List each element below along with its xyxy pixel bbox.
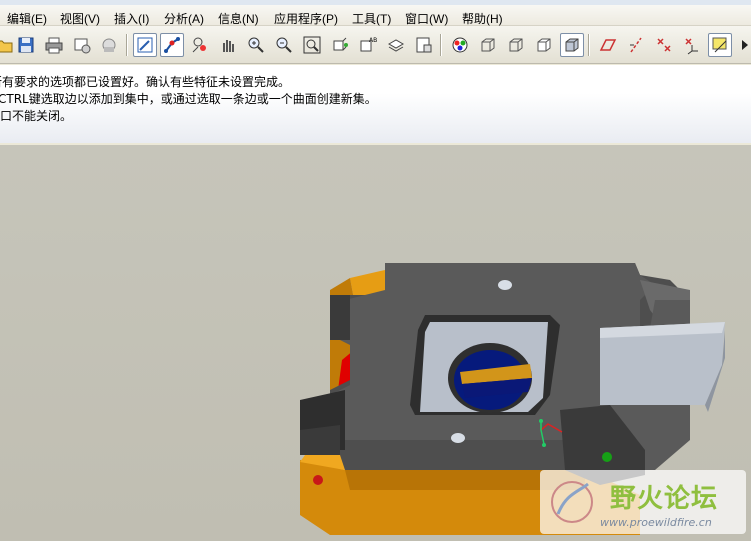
menu-window[interactable]: 窗口(W)	[405, 10, 448, 27]
wireframe-icon[interactable]	[476, 33, 500, 57]
main-toolbar: AB	[0, 26, 751, 64]
appearance-icon[interactable]	[448, 33, 472, 57]
watermark-url: www.proewildfire.cn	[600, 516, 712, 529]
menu-analysis[interactable]: 分析(A)	[164, 10, 204, 27]
menu-tools[interactable]: 工具(T)	[352, 10, 391, 27]
refit-icon[interactable]	[300, 33, 324, 57]
svg-text:AB: AB	[369, 37, 377, 44]
spin-center-icon[interactable]	[160, 33, 184, 57]
no-hidden-icon[interactable]	[532, 33, 556, 57]
toolbar-separator	[440, 34, 442, 56]
watermark-title: 野火论坛	[610, 484, 719, 514]
coordinate-systems-icon[interactable]	[680, 33, 704, 57]
sketch-icon[interactable]	[133, 33, 157, 57]
menu-info[interactable]: 信息(N)	[218, 10, 259, 27]
scroll-right-icon[interactable]	[738, 33, 751, 57]
annotation-display-icon[interactable]	[708, 33, 732, 57]
datum-planes-icon[interactable]	[596, 33, 620, 57]
reorient-icon[interactable]	[328, 33, 352, 57]
toolbar-separator	[126, 34, 128, 56]
message-area: 所有要求的选项都已设置好。确认有些特征未设置完成。 CTRL键选取边以添加到集中…	[0, 65, 751, 143]
datum-icon[interactable]	[188, 33, 212, 57]
zoom-in-icon[interactable]	[244, 33, 268, 57]
menu-edit[interactable]: 编辑(E)	[7, 10, 47, 27]
menu-insert[interactable]: 插入(I)	[114, 10, 149, 27]
send-mail-icon[interactable]	[97, 33, 121, 57]
menu-help[interactable]: 帮助(H)	[462, 10, 503, 27]
toolbar-separator	[588, 34, 590, 56]
save-icon[interactable]	[14, 33, 38, 57]
pan-icon[interactable]	[216, 33, 240, 57]
datum-axes-icon[interactable]	[624, 33, 648, 57]
menu-bar: 编辑(E) 视图(V) 插入(I) 分析(A) 信息(N) 应用程序(P) 工具…	[0, 0, 751, 26]
zoom-out-icon[interactable]	[272, 33, 296, 57]
menu-applications[interactable]: 应用程序(P)	[274, 10, 338, 27]
datum-points-icon[interactable]	[652, 33, 676, 57]
watermark-logo-icon	[551, 481, 593, 523]
title-bar-edge	[0, 0, 751, 5]
message-line-2: CTRL键选取边以添加到集中，或通过选取一条边或一个曲面创建新集。	[0, 92, 377, 106]
hidden-line-icon[interactable]	[504, 33, 528, 57]
print-icon[interactable]	[42, 33, 66, 57]
layers-icon[interactable]	[384, 33, 408, 57]
send-mail-icon[interactable]	[70, 33, 94, 57]
message-line-1: 所有要求的选项都已设置好。确认有些特征未设置完成。	[0, 75, 291, 89]
menu-view[interactable]: 视图(V)	[60, 10, 100, 27]
message-line-3: 窗口不能关闭。	[0, 109, 73, 123]
saved-views-icon[interactable]: AB	[356, 33, 380, 57]
model-tree-icon[interactable]	[412, 33, 436, 57]
shading-icon[interactable]	[560, 33, 584, 57]
